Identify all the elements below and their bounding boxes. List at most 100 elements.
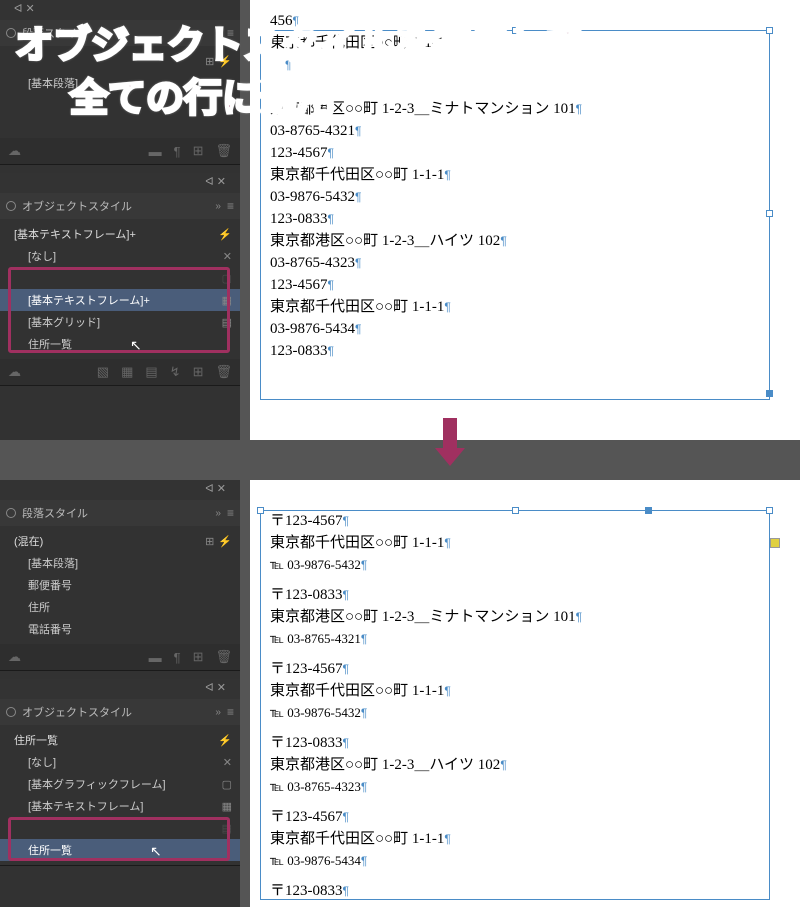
- zip-line: 〒123-0833¶: [270, 584, 780, 606]
- addr-line: 東京都港区○○町 1-2-3＿ミナトマンション 101¶: [270, 606, 780, 628]
- frame-handle[interactable]: [766, 390, 773, 397]
- style-item-address[interactable]: 住所一覧: [0, 333, 240, 355]
- panel-footer: ☁ ▬ ¶ ⊞ 🗑: [0, 138, 240, 164]
- addr-line: 東京都千代田区○○町 1-1-1¶: [270, 532, 780, 554]
- cloud-icon[interactable]: ☁: [8, 143, 21, 159]
- zip-line: 〒123-0833¶: [270, 880, 780, 902]
- panel-title: オブジェクトスタイル: [22, 704, 132, 720]
- i4[interactable]: ↯: [170, 364, 181, 380]
- menu-icon[interactable]: ≡: [227, 506, 234, 520]
- doc-line: 03-9876-5432¶: [270, 186, 780, 208]
- style-item[interactable]: 郵便番号: [0, 574, 240, 596]
- folder-icon[interactable]: ▬: [149, 650, 162, 665]
- folder-icon[interactable]: ▬: [149, 144, 162, 159]
- chevron-icon: »: [215, 508, 221, 519]
- current-object-style: 住所一覧⚡: [0, 729, 240, 751]
- style-item-tframe[interactable]: [基本テキストフレーム]▦: [0, 795, 240, 817]
- bullet-icon: [6, 201, 16, 211]
- panel-header-obj[interactable]: オブジェクトスタイル » ≡: [0, 193, 240, 219]
- doc-line: 東京都港区○○町 1-2-3＿ミナトマンション 101¶: [270, 98, 780, 120]
- style-item-hidden[interactable]: ▤: [0, 817, 240, 839]
- menu-icon[interactable]: ≡: [227, 199, 234, 213]
- style-item[interactable]: 電話番号: [0, 618, 240, 640]
- current-style: (混在)⊞⚡: [0, 530, 240, 552]
- doc-line: 東京都千代田区○○町 1-1-1¶: [270, 296, 780, 318]
- addr-line: 東京都千代田区○○町 1-1-1¶: [270, 680, 780, 702]
- zip-line: 〒123-0833¶: [270, 732, 780, 754]
- cursor-icon: ↖: [130, 337, 142, 354]
- i1[interactable]: ▧: [97, 364, 109, 380]
- panel-collapse-bar[interactable]: ᐊ ✕: [0, 480, 240, 500]
- cloud-icon[interactable]: ☁: [8, 649, 21, 665]
- panel-title: オブジェクトスタイル: [22, 198, 132, 214]
- object-style-panel: ᐊ ✕ オブジェクトスタイル » ≡ [基本テキストフレーム]+⚡ [なし]✕ ▢…: [0, 173, 240, 386]
- overlay-line1: オブジェクトスタイルを適用して: [15, 22, 584, 71]
- tel-line: ℡ 03-9876-5434¶: [270, 850, 780, 872]
- doc-line: 123-4567¶: [270, 274, 780, 296]
- i2[interactable]: ▦: [121, 364, 133, 380]
- style-item-grid[interactable]: [基本グリッド]▤: [0, 311, 240, 333]
- para-icon[interactable]: ¶: [174, 144, 181, 159]
- overlay-line2: 全ての行に適用: [70, 75, 336, 124]
- i3[interactable]: ▤: [145, 364, 157, 380]
- frame-handle[interactable]: [766, 27, 773, 34]
- panel-footer: ☁ ▬ ¶ ⊞ 🗑: [0, 644, 240, 670]
- para-icon[interactable]: ¶: [174, 650, 181, 665]
- frame-handle[interactable]: [257, 507, 264, 514]
- frame-handle[interactable]: [766, 507, 773, 514]
- panel-collapse-bar[interactable]: ᐊ ✕: [0, 173, 240, 193]
- style-item-gframe[interactable]: [基本グラフィックフレーム]▢: [0, 773, 240, 795]
- trash-icon[interactable]: 🗑: [215, 364, 232, 380]
- bullet-icon: [6, 707, 16, 717]
- panel-collapse-bar[interactable]: ᐊ ✕: [0, 679, 240, 699]
- doc-line: 123-0833¶: [270, 340, 780, 362]
- addr-line: 東京都千代田区○○町 1-1-1¶: [270, 828, 780, 850]
- zip-line: 〒123-4567¶: [270, 658, 780, 680]
- tel-line: ℡ 03-8765-4323¶: [270, 776, 780, 798]
- frame-handle[interactable]: [766, 210, 773, 217]
- doc-line: 03-8765-4321¶: [270, 120, 780, 142]
- style-item-none[interactable]: [なし]✕: [0, 751, 240, 773]
- panel-header-obj[interactable]: オブジェクトスタイル »≡: [0, 699, 240, 725]
- doc-line: 123-4567¶: [270, 142, 780, 164]
- style-item[interactable]: 住所: [0, 596, 240, 618]
- panel-area-2: ᐊ ✕ 段落スタイル » ≡ (混在)⊞⚡ [基本段落] 郵便番号 住所 電話番号…: [0, 480, 240, 907]
- frame-handle[interactable]: [512, 507, 519, 514]
- bullet-icon: [6, 508, 16, 518]
- panel-footer: ☁ ▧ ▦ ▤ ↯ ⊞ 🗑: [0, 359, 240, 385]
- new-icon[interactable]: ⊞: [193, 143, 204, 159]
- doc-line: ¶: [270, 76, 780, 98]
- trash-icon[interactable]: 🗑: [215, 143, 232, 159]
- zip-line: 〒123-4567¶: [270, 510, 780, 532]
- style-item-address[interactable]: 住所一覧: [0, 839, 240, 861]
- document-after: 〒123-4567¶東京都千代田区○○町 1-1-1¶℡ 03-9876-543…: [250, 480, 800, 907]
- panel-header-para[interactable]: 段落スタイル » ≡: [0, 500, 240, 526]
- zip-line: 〒123-4567¶: [270, 806, 780, 828]
- doc-line: 03-8765-4323¶: [270, 252, 780, 274]
- tel-line: ℡ 03-8765-4321¶: [270, 628, 780, 650]
- style-item-textframe[interactable]: [基本テキストフレーム]+▦: [0, 289, 240, 311]
- style-item[interactable]: [基本段落]: [0, 552, 240, 574]
- style-item-hidden[interactable]: ▢: [0, 267, 240, 289]
- chevron-icon: »: [215, 201, 221, 212]
- frame-handle-yellow[interactable]: [770, 538, 780, 548]
- cloud-icon[interactable]: ☁: [8, 364, 21, 380]
- menu-icon[interactable]: ≡: [227, 705, 234, 719]
- object-style-panel: ᐊ ✕ オブジェクトスタイル »≡ 住所一覧⚡ [なし]✕ [基本グラフィックフ…: [0, 679, 240, 866]
- panel-title: 段落スタイル: [22, 505, 88, 521]
- doc-line: 東京都千代田区○○町 1-1-1¶: [270, 164, 780, 186]
- doc-line: 03-9876-5434¶: [270, 318, 780, 340]
- section-after: ᐊ ✕ 段落スタイル » ≡ (混在)⊞⚡ [基本段落] 郵便番号 住所 電話番号…: [0, 480, 800, 907]
- current-object-style: [基本テキストフレーム]+⚡: [0, 223, 240, 245]
- frame-handle[interactable]: [645, 507, 652, 514]
- new-icon[interactable]: ⊞: [193, 364, 204, 380]
- cursor-icon: ↖: [150, 843, 162, 860]
- doc-line: 東京都港区○○町 1-2-3＿ハイツ 102¶: [270, 230, 780, 252]
- paragraph-style-panel: ᐊ ✕ 段落スタイル » ≡ (混在)⊞⚡ [基本段落] 郵便番号 住所 電話番号…: [0, 480, 240, 671]
- trash-icon[interactable]: 🗑: [215, 649, 232, 665]
- tel-line: ℡ 03-9876-5432¶: [270, 554, 780, 576]
- panel-collapse-bar[interactable]: ᐊ ✕: [0, 0, 240, 20]
- new-icon[interactable]: ⊞: [193, 649, 204, 665]
- style-item-none[interactable]: [なし]✕: [0, 245, 240, 267]
- doc-line: 123-0833¶: [270, 208, 780, 230]
